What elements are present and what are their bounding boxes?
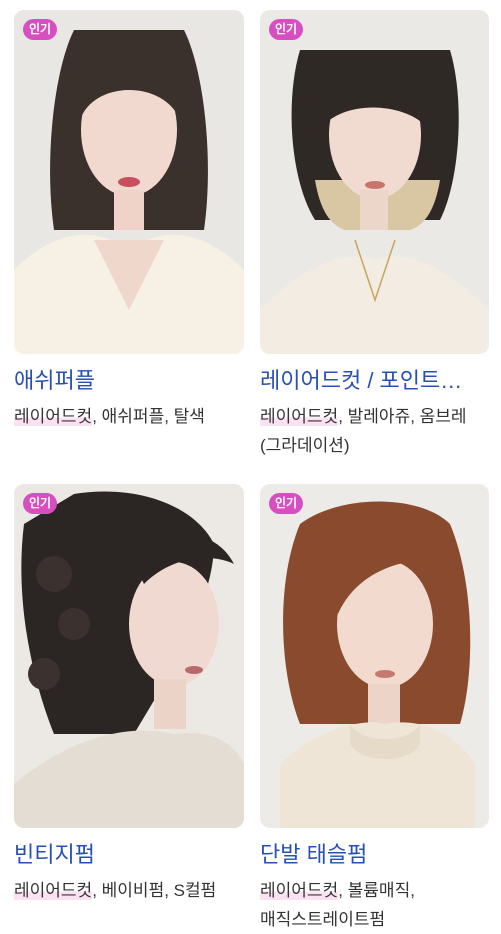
hairstyle-title[interactable]: 레이어드컷 / 포인트… — [260, 366, 489, 396]
hairstyle-photo[interactable]: 인기 — [260, 484, 489, 828]
hairstyle-photo[interactable]: 인기 — [260, 10, 489, 354]
tag-highlight: 레이어드컷 — [14, 881, 93, 900]
hairstyle-card[interactable]: 인기 단발 태슬펌 레이어드컷, 볼륨매직, 매직스트레이트펌 — [260, 484, 489, 929]
tag-highlight: 레이어드컷 — [260, 881, 339, 900]
hairstyle-photo[interactable]: 인기 — [14, 10, 244, 354]
popular-badge: 인기 — [23, 493, 58, 514]
hairstyle-card[interactable]: 인기 빈티지펌 레이어드컷, 베이비펌, S컬펌 — [14, 484, 244, 926]
popular-badge: 인기 — [269, 493, 304, 514]
hairstyle-tags: 레이어드컷, 베이비펌, S컬펌 — [14, 876, 244, 905]
hairstyle-title[interactable]: 빈티지펌 — [14, 840, 244, 870]
hairstyle-title[interactable]: 애쉬퍼플 — [14, 366, 244, 396]
tag-rest: , 애쉬퍼플, 탈색 — [92, 407, 205, 426]
hairstyle-photo[interactable]: 인기 — [14, 484, 244, 828]
tag-highlight: 레이어드컷 — [260, 407, 339, 426]
hairstyle-card[interactable]: 인기 애쉬퍼플 레이어드컷, 애쉬퍼플, 탈색 — [14, 10, 244, 484]
hairstyle-tags: 레이어드컷, 발레아쥬, 옴브레(그라데이션) — [260, 402, 489, 460]
tag-highlight: 레이어드컷 — [14, 407, 93, 426]
tag-rest: , 베이비펌, S컬펌 — [92, 881, 217, 900]
hairstyle-title[interactable]: 단발 태슬펌 — [260, 840, 489, 870]
hairstyle-tags: 레이어드컷, 애쉬퍼플, 탈색 — [14, 402, 244, 431]
hairstyle-card[interactable]: 인기 레이어드컷 / 포인트… 레이어드컷, 발레아쥬, 옴브레(그라데이션) — [260, 10, 489, 484]
popular-badge: 인기 — [23, 19, 58, 40]
hairstyle-tags: 레이어드컷, 볼륨매직, 매직스트레이트펌 — [260, 876, 489, 934]
popular-badge: 인기 — [269, 19, 304, 40]
hairstyle-grid: 인기 애쉬퍼플 레이어드컷, 애쉬퍼플, 탈색 인기 레이어드컷 / 포인트… … — [14, 10, 489, 929]
